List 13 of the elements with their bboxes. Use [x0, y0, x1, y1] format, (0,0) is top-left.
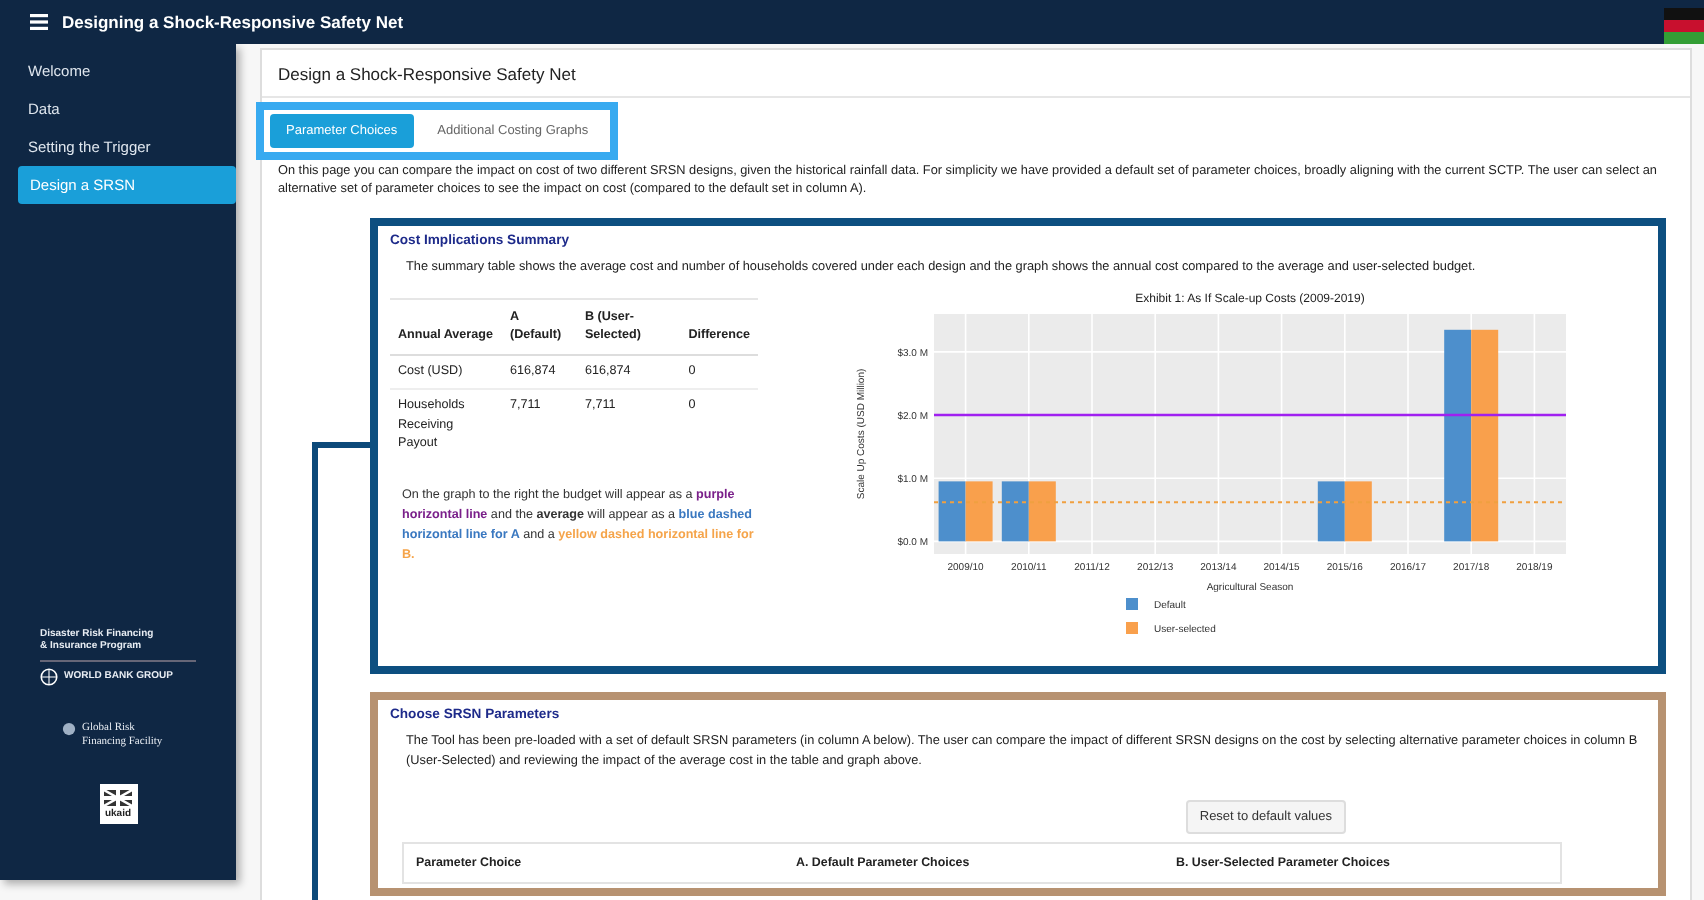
bar: [938, 481, 966, 542]
page-title: Design a Shock-Responsive Safety Net: [262, 50, 1690, 98]
app-title: Designing a Shock-Responsive Safety Net: [62, 12, 404, 32]
bar: [1028, 481, 1056, 542]
flag-icon: [1664, 8, 1704, 44]
menu-icon[interactable]: [30, 14, 48, 30]
legend-swatch: [1126, 597, 1138, 610]
bar: [1001, 481, 1029, 542]
bar: [965, 481, 993, 542]
bar: [1317, 481, 1345, 542]
globe-icon: [40, 668, 58, 687]
legend-swatch: [1126, 621, 1138, 634]
bar: [1344, 481, 1372, 542]
